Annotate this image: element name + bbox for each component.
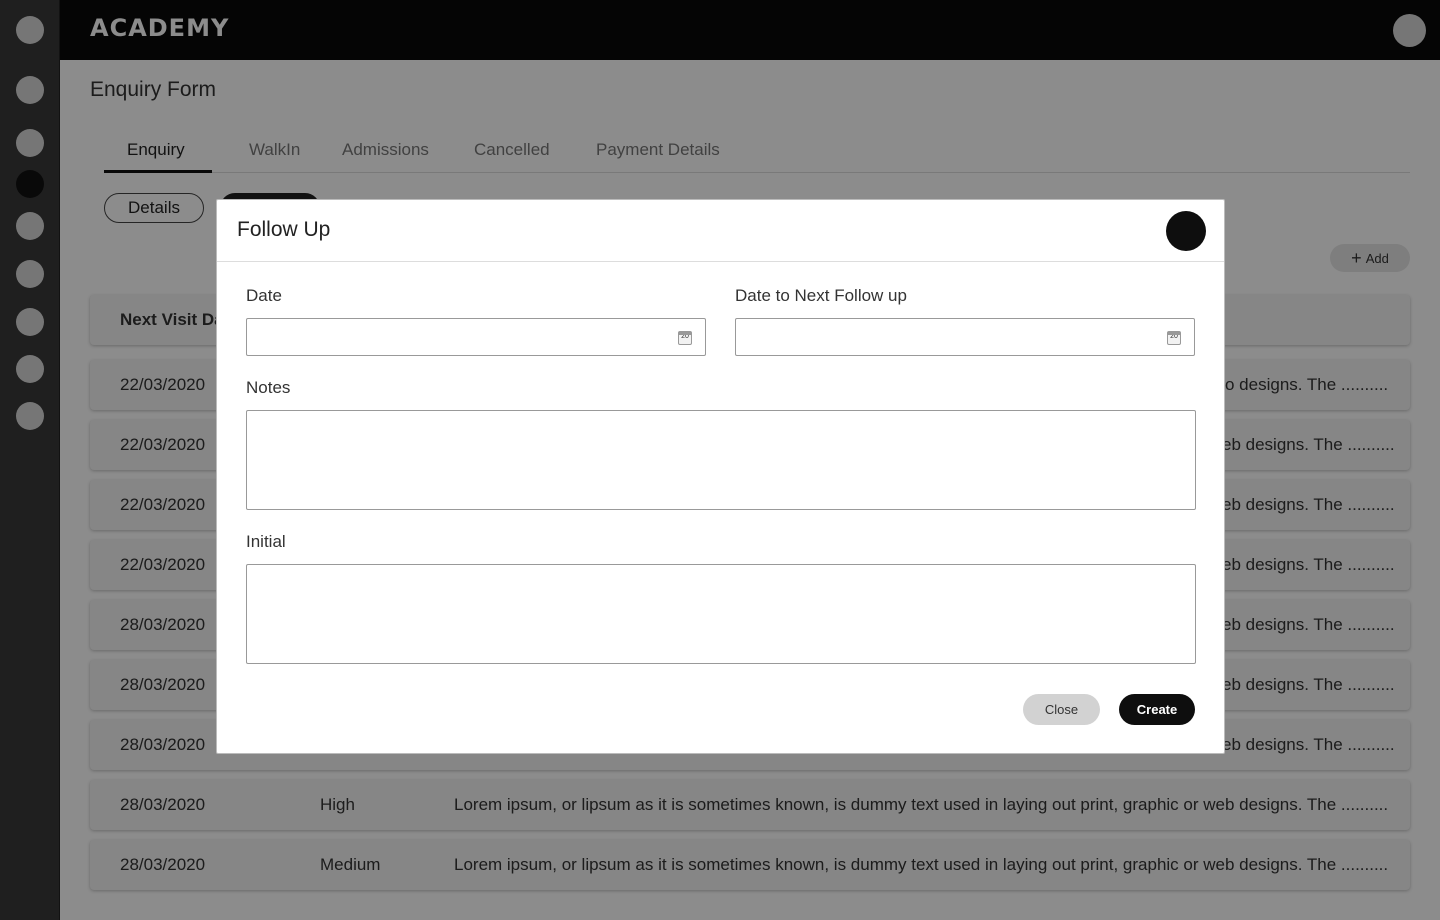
close-icon[interactable]	[1166, 211, 1206, 251]
notes-label: Notes	[246, 378, 291, 397]
calendar-icon[interactable]: 20	[1167, 331, 1181, 345]
dialog-header: Follow Up	[217, 200, 1224, 262]
next-follow-up-date-label: Date to Next Follow up	[735, 286, 907, 305]
next-follow-up-date-input[interactable]: 20	[735, 318, 1195, 356]
dialog-title: Follow Up	[237, 218, 331, 241]
notes-textarea[interactable]	[246, 410, 1196, 510]
follow-up-dialog: Follow Up Date 20 Date to Next Follow up…	[216, 199, 1225, 754]
calendar-icon[interactable]: 20	[678, 331, 692, 345]
date-label: Date	[246, 286, 282, 305]
date-input[interactable]: 20	[246, 318, 706, 356]
close-button[interactable]: Close	[1023, 694, 1100, 725]
initial-textarea[interactable]	[246, 564, 1196, 664]
initial-label: Initial	[246, 532, 286, 551]
create-button[interactable]: Create	[1119, 694, 1195, 725]
